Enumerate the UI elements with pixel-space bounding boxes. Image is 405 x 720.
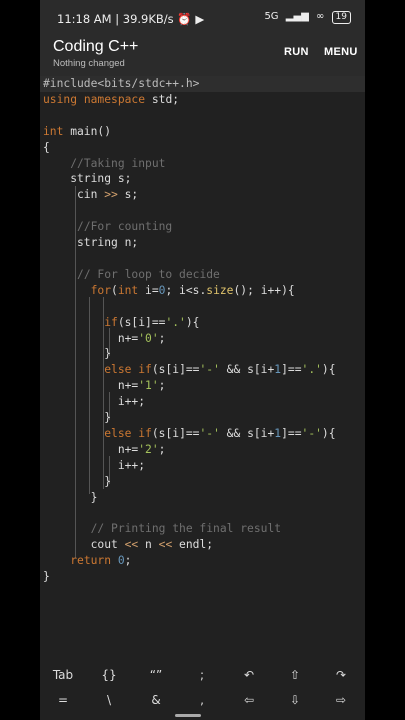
extra-keys-bar: Tab {} “” ; ↶ ⇧ ↷ = \ & , ⇦ ⇩ ⇨ xyxy=(40,660,365,720)
code-line[interactable]: else if(s[i]=='-' && s[i+1]=='.'){ xyxy=(43,363,335,376)
key-comma[interactable]: , xyxy=(200,693,204,707)
key-equals[interactable]: = xyxy=(58,693,68,707)
code-line[interactable]: // Printing the final result xyxy=(43,522,281,535)
redo-icon[interactable]: ↷ xyxy=(336,668,346,682)
code-line[interactable]: else if(s[i]=='-' && s[i+1]=='-'){ xyxy=(43,427,335,440)
key-braces[interactable]: {} xyxy=(101,668,116,682)
code-text[interactable]: #include<bits/stdc++.h> using namespace … xyxy=(43,76,336,585)
network-label: 5G xyxy=(264,11,279,22)
code-line[interactable]: } xyxy=(43,570,50,583)
code-line[interactable]: string n; xyxy=(43,236,138,249)
home-indicator[interactable] xyxy=(175,714,201,717)
status-bar: 11:18 AM | 39.9KB/s ⏰ ▶ 5G ▂▄▆ ∞ 19 xyxy=(40,0,365,36)
key-backslash[interactable]: \ xyxy=(107,693,111,707)
code-line[interactable]: using namespace std; xyxy=(43,93,179,106)
code-line[interactable]: string s; xyxy=(43,172,131,185)
code-line[interactable]: //Taking input xyxy=(43,157,165,170)
battery-icon: 19 xyxy=(331,11,351,24)
status-time-text: 11:18 AM | 39.9KB/s xyxy=(57,12,174,26)
key-tab[interactable]: Tab xyxy=(53,668,73,682)
code-line[interactable]: //For counting xyxy=(43,220,172,233)
code-line[interactable]: #include<bits/stdc++.h> xyxy=(43,77,199,90)
code-line[interactable]: for(int i=0; i<s.size(); i++){ xyxy=(43,284,295,297)
code-line[interactable]: return 0; xyxy=(43,554,131,567)
code-line[interactable]: cout << n << endl; xyxy=(43,538,213,551)
video-icon: ▶ xyxy=(195,12,205,26)
code-line[interactable]: { xyxy=(43,141,50,154)
status-time: 11:18 AM | 39.9KB/s ⏰ ▶ xyxy=(57,12,204,26)
page-title: Coding C++ xyxy=(53,38,139,55)
run-button[interactable]: RUN xyxy=(284,46,309,58)
link-icon: ∞ xyxy=(316,11,325,22)
arrow-left-icon[interactable]: ⇦ xyxy=(244,693,254,707)
undo-icon[interactable]: ↶ xyxy=(244,668,254,682)
app-bar: Coding C++ Nothing changed RUN MENU xyxy=(40,36,365,76)
code-line[interactable]: } xyxy=(43,491,98,504)
code-line[interactable]: n+='2'; xyxy=(43,443,166,456)
code-line[interactable]: int main() xyxy=(43,125,111,138)
key-quotes[interactable]: “” xyxy=(150,668,162,682)
code-editor[interactable]: #include<bits/stdc++.h> using namespace … xyxy=(40,76,365,660)
code-line[interactable]: } xyxy=(43,475,111,488)
arrow-up-icon[interactable]: ⇧ xyxy=(290,668,300,682)
code-line[interactable]: n+='0'; xyxy=(43,332,166,345)
key-semicolon[interactable]: ; xyxy=(200,668,204,682)
code-line[interactable]: i++; xyxy=(43,395,145,408)
arrow-down-icon[interactable]: ⇩ xyxy=(290,693,300,707)
code-line[interactable]: } xyxy=(43,347,111,360)
status-icons: 5G ▂▄▆ ∞ 19 xyxy=(260,11,351,24)
phone-screen: 11:18 AM | 39.9KB/s ⏰ ▶ 5G ▂▄▆ ∞ 19 Codi… xyxy=(40,0,365,720)
code-line[interactable]: if(s[i]=='.'){ xyxy=(43,316,199,329)
signal-icon: ▂▄▆ xyxy=(285,11,309,22)
alarm-icon: ⏰ xyxy=(177,12,192,26)
code-line[interactable]: i++; xyxy=(43,459,145,472)
file-status: Nothing changed xyxy=(53,58,125,69)
code-line[interactable]: n+='1'; xyxy=(43,379,166,392)
key-ampersand[interactable]: & xyxy=(151,693,160,707)
code-line[interactable]: cin >> s; xyxy=(43,188,138,201)
code-line[interactable]: // For loop to decide xyxy=(43,268,220,281)
menu-button[interactable]: MENU xyxy=(324,46,358,58)
arrow-right-icon[interactable]: ⇨ xyxy=(336,693,346,707)
code-line[interactable]: } xyxy=(43,411,111,424)
